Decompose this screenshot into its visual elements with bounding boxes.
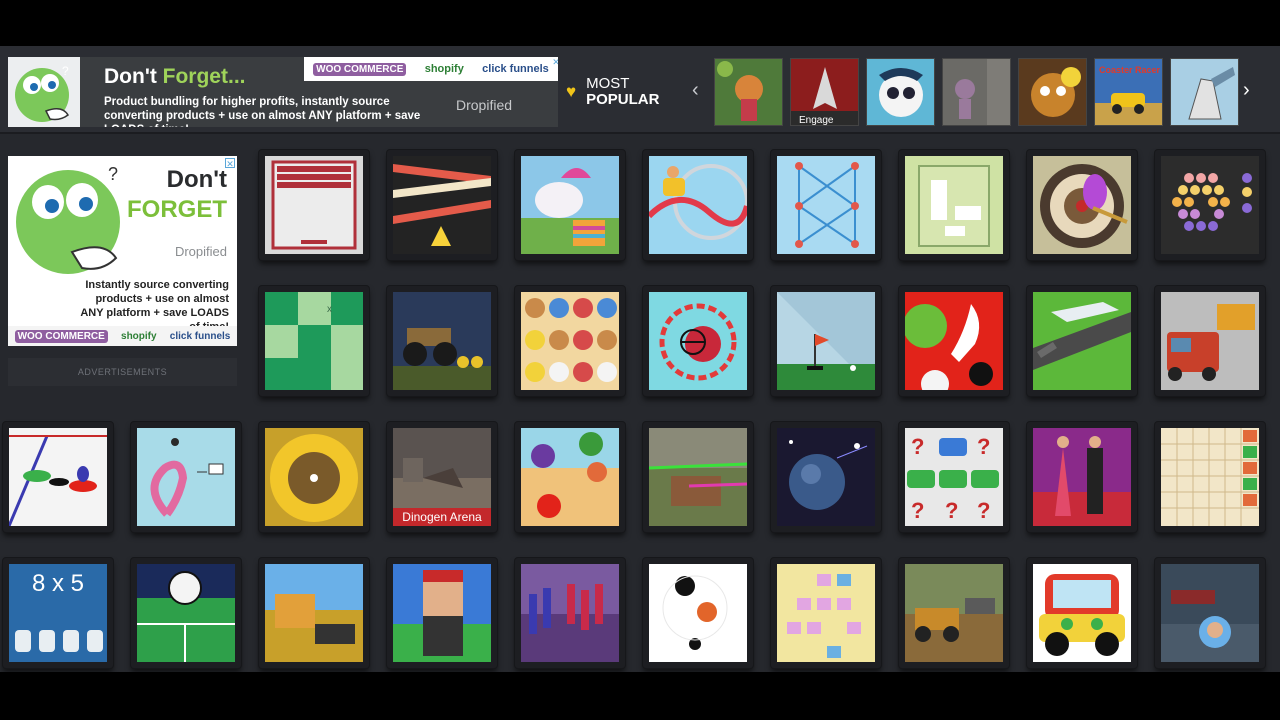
- game-tile-sunflower[interactable]: [259, 422, 369, 532]
- woocommerce-logo: WOO COMMERCE: [313, 62, 407, 76]
- game-tile-dinogen-arena[interactable]: Dinogen Arena: [387, 422, 497, 532]
- game-tile-balloon-race[interactable]: [131, 422, 241, 532]
- woocommerce-logo: WOO COMMERCE: [14, 329, 108, 343]
- game-tile-hex-puzzle[interactable]: [1155, 150, 1265, 260]
- game-tile-hex-numbers[interactable]: [771, 558, 881, 668]
- ad-logos: WOO COMMERCE shopify click funnels: [8, 326, 237, 346]
- game-tile-animal-match[interactable]: [515, 286, 625, 396]
- game-tile-kart-racer[interactable]: [1155, 558, 1265, 668]
- ad-logos: WOO COMMERCE shopify click funnels: [304, 57, 558, 81]
- popular-label: POPULAR: [586, 91, 660, 108]
- carousel-prev-arrow-icon[interactable]: ‹: [692, 80, 699, 100]
- advertisements-label: ADVERTISEMENTS: [8, 358, 237, 386]
- game-tile-truck-parking[interactable]: [1155, 286, 1265, 396]
- top-bar: ? Don't Forget... Product bundling for h…: [0, 46, 1280, 134]
- game-tile-flappy-target[interactable]: [643, 286, 753, 396]
- thinking-face-icon: ?: [16, 164, 120, 274]
- most-label: MOST: [586, 75, 630, 92]
- ad-body-text: Product bundling for higher profits, ins…: [104, 96, 421, 127]
- game-tile-darts[interactable]: [1027, 150, 1137, 260]
- side-ad-headline-dont: Don't: [166, 166, 227, 193]
- thinking-face-icon: ?: [15, 64, 69, 122]
- game-tile-soccer-header[interactable]: [131, 558, 241, 668]
- clickfunnels-logo: click funnels: [169, 330, 231, 342]
- dropified-brand: Dropified: [456, 97, 513, 113]
- coaster-racer-label: Coaster Racer 2: [1099, 65, 1163, 75]
- game-tile-block-slide[interactable]: [899, 150, 1009, 260]
- carousel-next-arrow-icon[interactable]: ›: [1243, 80, 1250, 100]
- game-tile-green-grid[interactable]: x: [259, 286, 369, 396]
- svg-text:?: ?: [977, 434, 990, 459]
- svg-text:?: ?: [108, 164, 118, 184]
- ad-close-icon[interactable]: ✕: [225, 158, 235, 169]
- svg-text:x: x: [327, 304, 332, 315]
- popular-carousel: Engage Coaster Racer 2: [714, 58, 1239, 126]
- svg-text:?: ?: [62, 64, 69, 78]
- popular-game-space-shooter[interactable]: Engage: [790, 58, 859, 126]
- game-tile-car-memory[interactable]: ?????: [899, 422, 1009, 532]
- game-tile-battle-simulator[interactable]: [515, 558, 625, 668]
- svg-text:Engage: Engage: [799, 115, 834, 126]
- ad-headline: Don't Forget...: [104, 65, 246, 88]
- game-tile-pixel-warrior[interactable]: [387, 558, 497, 668]
- popular-game-cat-face[interactable]: [1018, 58, 1087, 126]
- most-popular-heading: ♥ MOST POPULAR: [566, 76, 659, 108]
- game-tile-math-quiz[interactable]: 8 x 5: [3, 558, 113, 668]
- game-tile-mini-golf[interactable]: [771, 286, 881, 396]
- game-tile-airport[interactable]: [1027, 286, 1137, 396]
- game-tile-planet-space[interactable]: [771, 422, 881, 532]
- math-question-label: 8 x 5: [31, 570, 85, 597]
- page: ? Don't Forget... Product bundling for h…: [0, 46, 1280, 672]
- svg-text:?: ?: [945, 498, 958, 523]
- svg-text:?: ?: [911, 434, 924, 459]
- side-ad-headline-forget: FORGET: [127, 196, 227, 223]
- game-tile-air-hockey[interactable]: [3, 422, 113, 532]
- game-tile-one-line[interactable]: [771, 150, 881, 260]
- game-tile-red-carpet[interactable]: [1027, 422, 1137, 532]
- heart-icon: ♥: [566, 82, 577, 101]
- svg-text:?: ?: [911, 498, 924, 523]
- game-tile-fruit-slice[interactable]: [515, 422, 625, 532]
- game-tile-tank-war[interactable]: [643, 422, 753, 532]
- game-tile-pony-cake[interactable]: [515, 150, 625, 260]
- game-tile-circle-dots[interactable]: [643, 558, 753, 668]
- popular-game-stickman-escape[interactable]: [942, 58, 1011, 126]
- game-tile-offroad-truck[interactable]: [899, 558, 1009, 668]
- popular-game-robot-battle[interactable]: [1170, 58, 1239, 126]
- popular-game-coaster-racer-2[interactable]: Coaster Racer 2: [1094, 58, 1163, 126]
- game-tile-brick-breaker[interactable]: [259, 150, 369, 260]
- popular-game-jungle-princess[interactable]: [714, 58, 783, 126]
- game-tile-monster-truck[interactable]: [387, 286, 497, 396]
- top-ad-banner[interactable]: ? Don't Forget... Product bundling for h…: [8, 57, 558, 127]
- side-ad-box[interactable]: ? Don't FORGET Dropified Instantly sourc…: [8, 156, 237, 346]
- game-tile-cartoon-car[interactable]: [1027, 558, 1137, 668]
- dropified-brand: Dropified: [174, 244, 227, 259]
- clickfunnels-logo: click funnels: [482, 63, 549, 75]
- game-tile-number-grid[interactable]: [1155, 422, 1265, 532]
- svg-text:?: ?: [977, 498, 990, 523]
- shopify-logo: shopify: [424, 63, 464, 75]
- popular-game-panda-adventure[interactable]: [866, 58, 935, 126]
- dinogen-arena-label: Dinogen Arena: [393, 508, 491, 526]
- game-tile-block-shooter[interactable]: [259, 558, 369, 668]
- game-tile-rollercoaster[interactable]: [643, 150, 753, 260]
- game-tile-color-road[interactable]: [387, 150, 497, 260]
- ad-close-icon[interactable]: ✕: [551, 57, 558, 67]
- game-tile-bowling[interactable]: [899, 286, 1009, 396]
- shopify-logo: shopify: [121, 330, 157, 342]
